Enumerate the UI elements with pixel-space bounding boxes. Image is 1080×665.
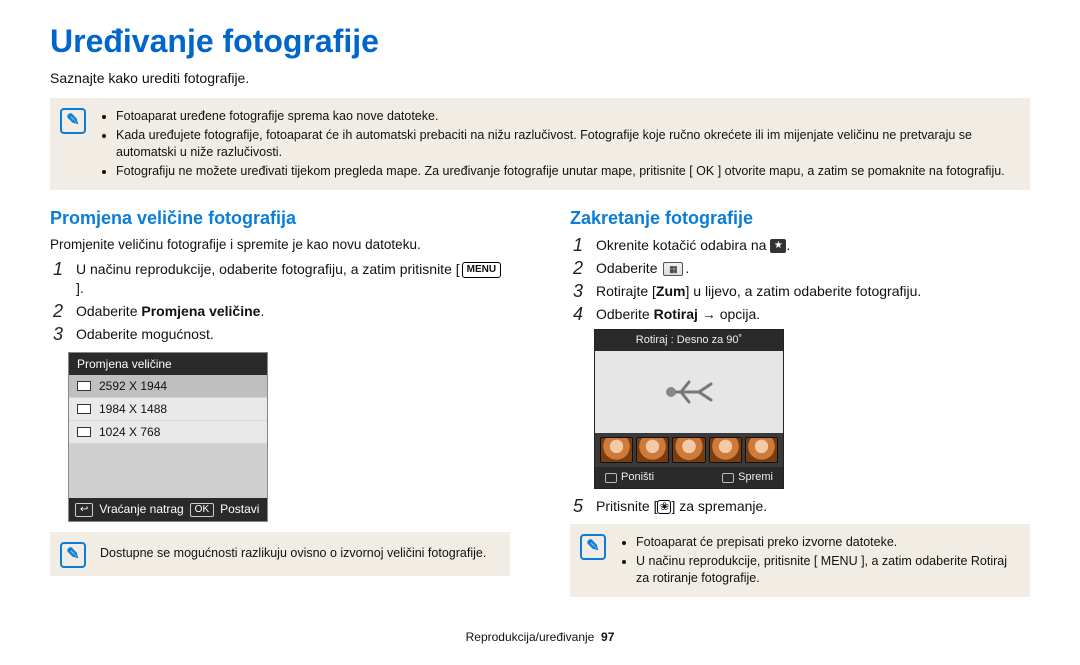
step-text: Rotirajte [	[596, 283, 656, 299]
step-text: ] za spremanje.	[671, 498, 767, 514]
step-number: 5	[570, 497, 586, 515]
resize-option: 1024 X 768	[69, 421, 267, 444]
resize-option: 1984 X 1488	[69, 398, 267, 421]
right-heading: Zakretanje fotografije	[570, 206, 1030, 230]
macro-down-icon: ❀	[657, 500, 671, 514]
page-subtitle: Saznajte kako urediti fotografije.	[50, 69, 1030, 88]
right-step-5: 5 Pritisnite [❀] za spremanje.	[570, 497, 1030, 516]
resize-menu-screenshot: Promjena veličine 2592 X 1944 1984 X 148…	[68, 352, 268, 522]
top-note-item: Fotografiju ne možete uređivati tijekom …	[116, 163, 1020, 180]
step-number: 1	[570, 236, 586, 254]
info-icon: ✎	[60, 542, 86, 568]
rotate-thumbnail	[672, 437, 705, 463]
rotate-canvas	[595, 351, 783, 433]
set-label: Postavi	[220, 501, 259, 517]
resize-option: 2592 X 1944	[69, 375, 267, 398]
rotate-thumbnail	[636, 437, 669, 463]
right-step-2: 2 Odaberite ▦.	[570, 259, 1030, 278]
right-bottom-note: ✎ Fotoaparat će prepisati preko izvorne …	[570, 524, 1030, 597]
top-note-item: Fotoaparat uređene fotografije sprema ka…	[116, 108, 1020, 125]
mode-dial-icon: ★	[770, 239, 786, 253]
size-icon	[77, 404, 91, 414]
step-number: 3	[570, 282, 586, 300]
step-text: .	[260, 303, 264, 319]
resize-option-label: 1984 X 1488	[99, 401, 167, 417]
step-text: ].	[76, 280, 84, 296]
info-icon: ✎	[60, 108, 86, 134]
size-icon	[77, 381, 91, 391]
left-column: Promjena veličine fotografija Promjenite…	[50, 204, 510, 611]
back-icon: ↩	[75, 503, 93, 517]
top-note-list: Fotoaparat uređene fotografije sprema ka…	[100, 106, 1020, 182]
left-step-1: 1 U načinu reprodukcije, odaberite fotog…	[50, 260, 510, 298]
left-step-2: 2 Odaberite Promjena veličine.	[50, 302, 510, 321]
footer-page-number: 97	[601, 630, 614, 644]
edit-icon: ▦	[663, 262, 683, 276]
rotate-footer: Poništi Spremi	[595, 467, 783, 488]
resize-option-label: 2592 X 1944	[99, 378, 167, 394]
resize-menu-header: Promjena veličine	[69, 353, 267, 375]
right-step-4: 4 Odberite Rotiraj → opcija.	[570, 305, 1030, 324]
right-bottom-note-item: U načinu reprodukcije, pritisnite [ MENU…	[636, 553, 1020, 587]
step-text: U načinu reprodukcije, odaberite fotogra…	[76, 261, 460, 277]
left-bottom-note-text: Dostupne se mogućnosti razlikuju ovisno …	[100, 545, 486, 562]
back-icon	[605, 473, 617, 483]
menu-button-glyph: MENU	[462, 262, 501, 278]
step-number: 2	[570, 259, 586, 277]
rotate-header: Rotiraj : Desno za 90˚	[595, 330, 783, 351]
cancel-label: Poništi	[621, 470, 654, 485]
top-note-item: Kada uređujete fotografije, fotoaparat ć…	[116, 127, 1020, 161]
rotated-figure-icon	[661, 372, 717, 412]
size-icon	[77, 427, 91, 437]
step-text: Odaberite	[596, 260, 661, 276]
page-footer: Reprodukcija/uređivanje 97	[50, 629, 1030, 645]
step-text: → opcija.	[698, 306, 760, 322]
step-bold: Rotiraj	[654, 306, 698, 322]
resize-menu-footer: ↩ Vraćanje natrag OK Postavi	[69, 498, 267, 520]
save-label: Spremi	[738, 470, 773, 485]
info-icon: ✎	[580, 534, 606, 560]
left-heading: Promjena veličine fotografija	[50, 206, 510, 230]
rotate-screenshot: Rotiraj : Desno za 90˚	[594, 329, 784, 489]
step-text: ] u lijevo, a zatim odaberite fotografij…	[685, 283, 921, 299]
right-step-1: 1 Okrenite kotačić odabira na ★.	[570, 236, 1030, 255]
top-note-box: ✎ Fotoaparat uređene fotografije sprema …	[50, 98, 1030, 190]
rotate-thumbnails	[595, 433, 783, 467]
step-number: 1	[50, 260, 66, 278]
right-column: Zakretanje fotografije 1 Okrenite kotači…	[570, 204, 1030, 611]
right-bottom-note-item: Fotoaparat će prepisati preko izvorne da…	[636, 534, 1020, 551]
step-text: Odaberite	[76, 303, 141, 319]
step-number: 3	[50, 325, 66, 343]
step-bold: Zum	[656, 283, 686, 299]
rotate-thumbnail	[600, 437, 633, 463]
left-bottom-note: ✎ Dostupne se mogućnosti razlikuju ovisn…	[50, 532, 510, 576]
page-title: Uređivanje fotografije	[50, 20, 1030, 63]
step-text: Odberite	[596, 306, 654, 322]
left-step-3: 3 Odaberite mogućnost.	[50, 325, 510, 344]
step-number: 4	[570, 305, 586, 323]
rotate-thumbnail	[709, 437, 742, 463]
rotate-thumbnail	[745, 437, 778, 463]
right-step-3: 3 Rotirajte [Zum] u lijevo, a zatim odab…	[570, 282, 1030, 301]
step-text: Pritisnite [	[596, 498, 657, 514]
step-bold: Promjena veličine	[141, 303, 260, 319]
save-icon	[722, 473, 734, 483]
left-desc: Promjenite veličinu fotografije i spremi…	[50, 236, 510, 254]
footer-section: Reprodukcija/uređivanje	[466, 630, 595, 644]
ok-icon: OK	[190, 503, 214, 517]
back-label: Vraćanje natrag	[99, 501, 183, 517]
right-bottom-note-list: Fotoaparat će prepisati preko izvorne da…	[620, 532, 1020, 589]
step-text: Okrenite kotačić odabira na	[596, 237, 770, 253]
step-text: Odaberite mogućnost.	[76, 325, 510, 344]
resize-option-label: 1024 X 768	[99, 424, 160, 440]
step-number: 2	[50, 302, 66, 320]
